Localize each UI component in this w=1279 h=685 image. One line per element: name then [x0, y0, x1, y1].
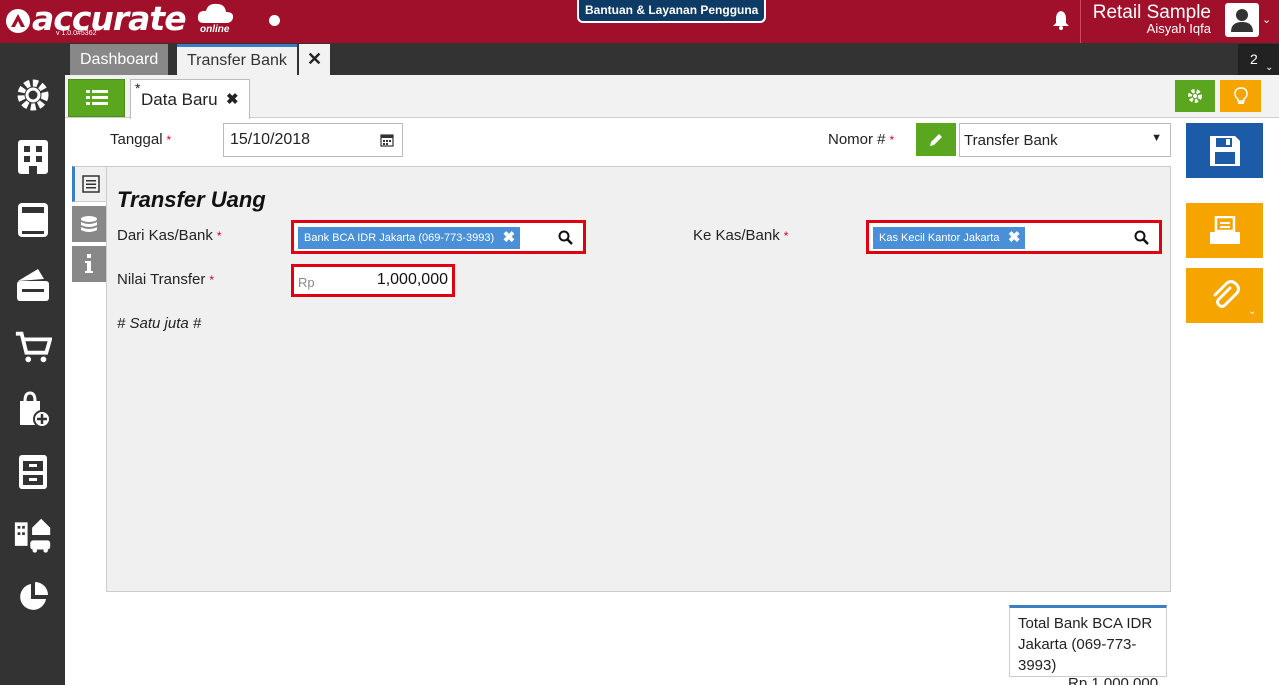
- save-button[interactable]: [1186, 123, 1263, 178]
- nomor-label: Nomor # *: [828, 131, 895, 148]
- ke-value: Kas Kecil Kantor Jakarta: [879, 232, 1000, 244]
- version-label: v 1.0.0#5362: [56, 30, 97, 37]
- ke-kas-bank-label: Ke Kas/Bank *: [693, 227, 789, 244]
- logo-sub: online: [200, 24, 230, 35]
- company-building-icon[interactable]: [14, 138, 52, 176]
- user-avatar-icon[interactable]: [1225, 3, 1259, 37]
- search-icon[interactable]: [1134, 230, 1149, 245]
- selected-account-chip: Bank BCA IDR Jakarta (069-773-3993) ✖: [298, 227, 521, 249]
- remove-chip-icon[interactable]: ✖: [1008, 227, 1021, 249]
- edit-number-button[interactable]: [916, 123, 956, 156]
- print-button[interactable]: [1186, 203, 1263, 258]
- search-icon[interactable]: [558, 230, 573, 245]
- chevron-down-icon[interactable]: ⌄: [1248, 306, 1256, 317]
- nilai-transfer-value: 1,000,000: [376, 271, 448, 288]
- fixed-asset-icon[interactable]: [14, 516, 52, 554]
- inventory-cabinet-icon[interactable]: [14, 453, 52, 491]
- transfer-form-panel: Transfer Uang Dari Kas/Bank * Bank BCA ID…: [106, 166, 1171, 592]
- selected-account-chip: Kas Kecil Kantor Jakarta ✖: [873, 227, 1026, 249]
- user-name[interactable]: Aisyah Iqfa: [1147, 21, 1211, 36]
- tanggal-date-field[interactable]: 15/10/2018: [223, 123, 403, 157]
- tanggal-label: Tanggal *: [110, 131, 172, 148]
- form-title: Transfer Uang: [117, 187, 266, 212]
- list-view-button[interactable]: [68, 79, 125, 117]
- dari-kas-bank-lookup[interactable]: Bank BCA IDR Jakarta (069-773-3993) ✖: [291, 220, 586, 254]
- ke-kas-bank-lookup[interactable]: Kas Kecil Kantor Jakarta ✖: [866, 220, 1162, 254]
- nomor-value: Transfer Bank: [964, 132, 1058, 149]
- sales-bag-icon[interactable]: [14, 390, 52, 428]
- dari-value: Bank BCA IDR Jakarta (069-773-3993): [304, 232, 495, 244]
- bell-icon[interactable]: [1052, 10, 1070, 30]
- tab-rate-coins-icon[interactable]: [72, 206, 106, 242]
- chevron-down-icon[interactable]: ⌄: [1265, 62, 1273, 73]
- divider: [1080, 0, 1081, 43]
- dari-kas-bank-label: Dari Kas/Bank *: [117, 227, 222, 244]
- tab-dashboard[interactable]: Dashboard: [70, 44, 169, 75]
- tab-info-icon[interactable]: [72, 246, 106, 282]
- amount-in-words: # Satu juta #: [117, 315, 202, 332]
- report-pie-chart-icon[interactable]: [14, 578, 52, 616]
- calendar-icon[interactable]: [380, 133, 394, 147]
- attachment-button[interactable]: ⌄: [1186, 268, 1263, 323]
- document-tab-bar: * Data Baru ✖: [65, 75, 1279, 119]
- help-button[interactable]: Bantuan & Layanan Pengguna: [577, 0, 767, 23]
- module-tab-bar: Dashboard Transfer Bank ✕ 2: [65, 43, 1279, 75]
- doc-tab-label: Data Baru: [141, 90, 218, 109]
- top-bar: accurate online v 1.0.0#5362 Bantuan & L…: [0, 0, 1279, 43]
- tab-data-baru[interactable]: * Data Baru ✖: [130, 79, 250, 119]
- currency-label: Rp: [298, 275, 315, 290]
- settings-gear-icon[interactable]: [14, 76, 52, 114]
- settings-button[interactable]: [1175, 80, 1215, 112]
- shopping-cart-icon[interactable]: [14, 328, 52, 366]
- unsaved-marker: *: [135, 80, 141, 96]
- nomor-select[interactable]: Transfer Bank ▼: [959, 123, 1171, 157]
- total-amount: Rp 1,000,000: [1068, 675, 1159, 685]
- ledger-book-icon[interactable]: [14, 201, 52, 239]
- nilai-transfer-input[interactable]: Rp 1,000,000: [291, 264, 455, 297]
- main-content: * Data Baru ✖ Tanggal * 15/10/2018 Nomor …: [65, 75, 1279, 685]
- close-tab-button[interactable]: ✕: [299, 44, 330, 75]
- sidebar: [0, 43, 65, 685]
- tab-general-info[interactable]: [72, 166, 106, 202]
- cloud-icon: [197, 3, 234, 23]
- logo-mark-icon: [6, 9, 30, 33]
- company-name[interactable]: Retail Sample: [1093, 3, 1211, 23]
- tab-transfer-bank[interactable]: Transfer Bank: [177, 44, 297, 75]
- nilai-transfer-label: Nilai Transfer *: [117, 271, 215, 288]
- tips-bulb-button[interactable]: [1220, 80, 1261, 112]
- status-dot: [269, 15, 280, 26]
- chevron-down-icon[interactable]: ⌄: [1262, 13, 1271, 26]
- total-bank-box: Total Bank BCA IDR Jakarta (069-773-3993…: [1009, 605, 1167, 677]
- tanggal-value: 15/10/2018: [230, 131, 311, 148]
- dropdown-caret-icon: ▼: [1151, 132, 1162, 144]
- remove-chip-icon[interactable]: ✖: [503, 227, 516, 249]
- cash-bank-icon[interactable]: [14, 265, 52, 303]
- close-doc-tab-button[interactable]: ✖: [226, 80, 239, 120]
